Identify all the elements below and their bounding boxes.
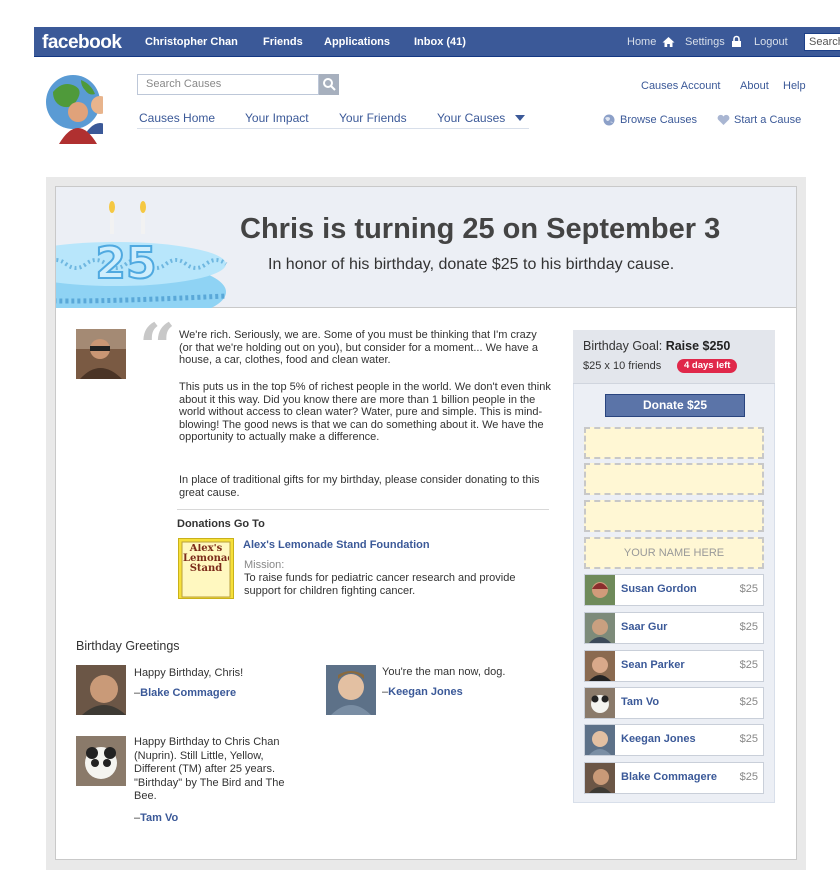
search-icon — [323, 78, 336, 91]
donor-amount: $25 — [739, 659, 758, 671]
donor-amount: $25 — [739, 621, 758, 633]
donor-amount: $25 — [739, 583, 758, 595]
greeting-author-link-blake[interactable]: Blake Commagere — [140, 687, 236, 699]
globe-icon — [603, 114, 615, 126]
donor-name[interactable]: Sean Parker — [621, 659, 685, 671]
tab-causes-home[interactable]: Causes Home — [139, 111, 215, 125]
greeting-text-3: Happy Birthday to Chris Chan (Nuprin). S… — [134, 736, 285, 802]
greeting-avatar-keegan[interactable] — [326, 665, 376, 715]
donor-name[interactable]: Susan Gordon — [621, 583, 697, 595]
tab-your-impact[interactable]: Your Impact — [245, 111, 309, 125]
birthday-cake-illustration: 25 — [56, 201, 228, 308]
greeting-author-3: –Tam Vo — [134, 812, 179, 824]
story-divider — [177, 509, 549, 510]
donor-avatar — [585, 688, 615, 718]
greeting-author-link-keegan[interactable]: Keegan Jones — [388, 686, 463, 698]
story-paragraph-3: In place of traditional gifts for my bir… — [179, 474, 540, 499]
nav-friends[interactable]: Friends — [263, 36, 303, 48]
browse-causes-link[interactable]: Browse Causes — [620, 114, 697, 126]
donor-avatar — [585, 651, 615, 681]
about-link[interactable]: About — [740, 80, 769, 92]
greeting-text-1: Happy Birthday, Chris! — [134, 667, 244, 679]
tab-your-friends[interactable]: Your Friends — [339, 111, 407, 125]
donor-avatar — [585, 725, 615, 755]
days-left-badge: 4 days left — [677, 359, 738, 373]
greetings-heading: Birthday Greetings — [76, 639, 180, 653]
donor-name[interactable]: Keegan Jones — [621, 733, 696, 745]
goal-title: Birthday Goal: Raise $250 — [583, 339, 730, 353]
causes-search-button[interactable] — [319, 74, 339, 95]
facebook-top-bar: facebook Christopher Chan Friends Applic… — [34, 27, 840, 57]
chevron-down-icon[interactable] — [515, 115, 525, 121]
donor-amount: $25 — [739, 733, 758, 745]
story-paragraph-1: We're rich. Seriously, we are. Some of y… — [179, 329, 538, 366]
donor-avatar — [585, 763, 615, 793]
greeting-author-2: –Keegan Jones — [382, 686, 463, 698]
donor-row[interactable]: Blake Commagere $25 — [584, 762, 764, 794]
goal-amount: Raise $250 — [665, 339, 731, 353]
donate-button[interactable]: Donate $25 — [605, 394, 745, 417]
nav-profile[interactable]: Christopher Chan — [145, 36, 238, 48]
empty-donor-slot[interactable] — [584, 500, 764, 532]
tabs-underline — [137, 128, 529, 129]
banner-subtitle: In honor of his birthday, donate $25 to … — [268, 256, 675, 273]
donor-row[interactable]: Saar Gur $25 — [584, 612, 764, 644]
greeting-avatar-blake[interactable] — [76, 665, 126, 715]
donor-amount: $25 — [739, 771, 758, 783]
donor-name[interactable]: Tam Vo — [621, 696, 659, 708]
facebook-logo[interactable]: facebook — [42, 32, 122, 54]
mission-label: Mission: — [244, 559, 285, 571]
nav-applications[interactable]: Applications — [324, 36, 390, 48]
org-name-link[interactable]: Alex's Lemonade Stand Foundation — [243, 539, 430, 551]
empty-donor-slot[interactable] — [584, 427, 764, 459]
start-cause-link[interactable]: Start a Cause — [734, 114, 801, 126]
heart-icon — [717, 114, 730, 125]
donor-amount: $25 — [739, 696, 758, 708]
tab-your-causes[interactable]: Your Causes — [437, 111, 505, 125]
your-name-slot[interactable]: YOUR NAME HERE — [584, 537, 764, 569]
greeting-text-2: You're the man now, dog. — [382, 666, 506, 678]
alex-lemonade-logo[interactable]: Alex's Lemonade Stand — [178, 538, 234, 599]
causes-account-link[interactable]: Causes Account — [641, 80, 721, 92]
donor-name[interactable]: Blake Commagere — [621, 771, 717, 783]
banner-title: Chris is turning 25 on September 3 — [240, 213, 721, 245]
nav-home[interactable]: Home — [627, 36, 656, 48]
donor-row[interactable]: Keegan Jones $25 — [584, 724, 764, 756]
lock-icon — [732, 35, 741, 47]
empty-donor-slot[interactable] — [584, 463, 764, 495]
donor-row[interactable]: Sean Parker $25 — [584, 650, 764, 682]
greeting-author-link-tam[interactable]: Tam Vo — [140, 812, 178, 824]
causes-globe-logo[interactable] — [45, 72, 103, 144]
greeting-author-1: –Blake Commagere — [134, 687, 237, 699]
facebook-search-input[interactable]: Search — [804, 33, 840, 51]
goal-subtitle: $25 x 10 friends — [583, 360, 662, 372]
home-icon — [662, 37, 675, 47]
donor-avatar — [585, 613, 615, 643]
donor-row[interactable]: Susan Gordon $25 — [584, 574, 764, 606]
nav-logout[interactable]: Logout — [754, 36, 788, 48]
donor-name[interactable]: Saar Gur — [621, 621, 667, 633]
nav-settings[interactable]: Settings — [685, 36, 725, 48]
cake-number: 25 — [95, 238, 156, 289]
goal-label: Birthday Goal: — [583, 339, 663, 353]
greeting-avatar-tam[interactable] — [76, 736, 126, 786]
story-paragraph-2: This puts us in the top 5% of richest pe… — [179, 381, 551, 443]
donations-heading: Donations Go To — [177, 518, 265, 530]
mission-text: To raise funds for pediatric cancer rese… — [244, 572, 516, 597]
nav-inbox[interactable]: Inbox (41) — [414, 36, 466, 48]
donor-avatar — [585, 575, 615, 605]
quote-mark-icon: “ — [139, 310, 176, 385]
chris-avatar[interactable] — [76, 329, 126, 379]
help-link[interactable]: Help — [783, 80, 806, 92]
causes-search-input[interactable]: Search Causes — [137, 74, 319, 95]
donor-row[interactable]: Tam Vo $25 — [584, 687, 764, 719]
